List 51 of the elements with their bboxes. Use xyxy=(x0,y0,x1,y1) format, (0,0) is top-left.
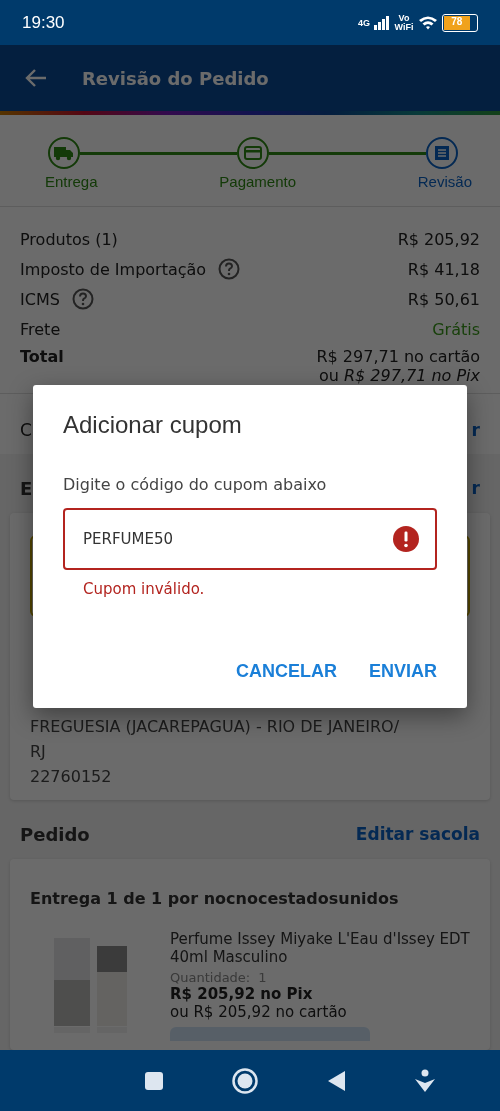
address-line: 22760152 xyxy=(30,767,113,786)
summary-label: Produtos (1) xyxy=(20,229,118,249)
section-title: Pedido xyxy=(20,824,90,845)
page-title: Revisão do Pedido xyxy=(82,67,269,89)
error-message: Cupom inválido. xyxy=(83,580,206,598)
section-title: E xyxy=(20,478,33,499)
truck-icon xyxy=(54,145,74,161)
coupon-label: C xyxy=(20,420,32,440)
address-line: RJ xyxy=(30,742,47,761)
wifi-icon xyxy=(418,14,438,31)
vowifi-label: Vo WiFi xyxy=(394,13,414,32)
summary-label: ICMS xyxy=(20,289,60,309)
summary-label: Imposto de Importação xyxy=(20,259,207,279)
total-pix-price: ou R$ 297,71 no Pix xyxy=(318,366,480,385)
person-down-icon[interactable] xyxy=(414,1068,437,1093)
address-line: FREGUESIA (JACAREPAGUA) - RIO DE JANEIRO/ xyxy=(30,717,401,736)
address-link[interactable]: r xyxy=(471,478,480,499)
total-card-price: R$ 297,71 no cartão xyxy=(316,347,480,366)
back-triangle-icon[interactable] xyxy=(326,1069,347,1092)
clock-time: 19:30 xyxy=(22,12,65,33)
help-icon[interactable] xyxy=(71,288,94,310)
error-icon xyxy=(393,526,419,552)
summary-value: R$ 205,92 xyxy=(397,229,480,249)
summary-value: R$ 50,61 xyxy=(407,289,480,309)
dialog-button[interactable]: CANCELAR xyxy=(236,661,337,682)
step-label: Pagamento xyxy=(219,173,297,190)
home-icon[interactable] xyxy=(231,1066,260,1095)
shipment-title: Entrega 1 de 1 por nocnocestadosunidos xyxy=(30,889,399,908)
dialog-title: Adicionar cupom xyxy=(63,411,243,439)
battery-icon: 78 xyxy=(442,13,478,32)
product-name: Perfume Issey Miyake L'Eau d'Issey EDT 40ml Masculino xyxy=(170,930,470,966)
network-label: 4G xyxy=(358,17,370,28)
pix-price: R$ 205,92 no Pix xyxy=(170,985,314,1003)
back-arrow-icon[interactable] xyxy=(24,68,48,88)
step-label: Revisão xyxy=(417,173,472,190)
edit-bag-link[interactable]: Editar sacola xyxy=(355,824,480,845)
signal-icon xyxy=(374,15,390,30)
coupon-link[interactable]: r xyxy=(471,420,480,440)
step-label: Entrega xyxy=(45,173,98,190)
help-icon[interactable] xyxy=(218,258,241,280)
total-label: Total xyxy=(20,347,64,366)
card-icon xyxy=(244,146,262,160)
receipt-icon xyxy=(434,145,450,161)
recents-icon[interactable] xyxy=(143,1070,164,1091)
coupon-input[interactable]: PERFUME50 xyxy=(63,508,437,570)
card-price: ou R$ 205,92 no cartão xyxy=(170,1003,348,1021)
summary-value: R$ 41,18 xyxy=(407,259,480,279)
dialog-button[interactable]: ENVIAR xyxy=(369,661,437,682)
dialog-prompt: Digite o código do cupom abaixo xyxy=(63,475,328,494)
summary-value: Grátis xyxy=(432,319,480,339)
summary-label: Frete xyxy=(20,319,61,339)
